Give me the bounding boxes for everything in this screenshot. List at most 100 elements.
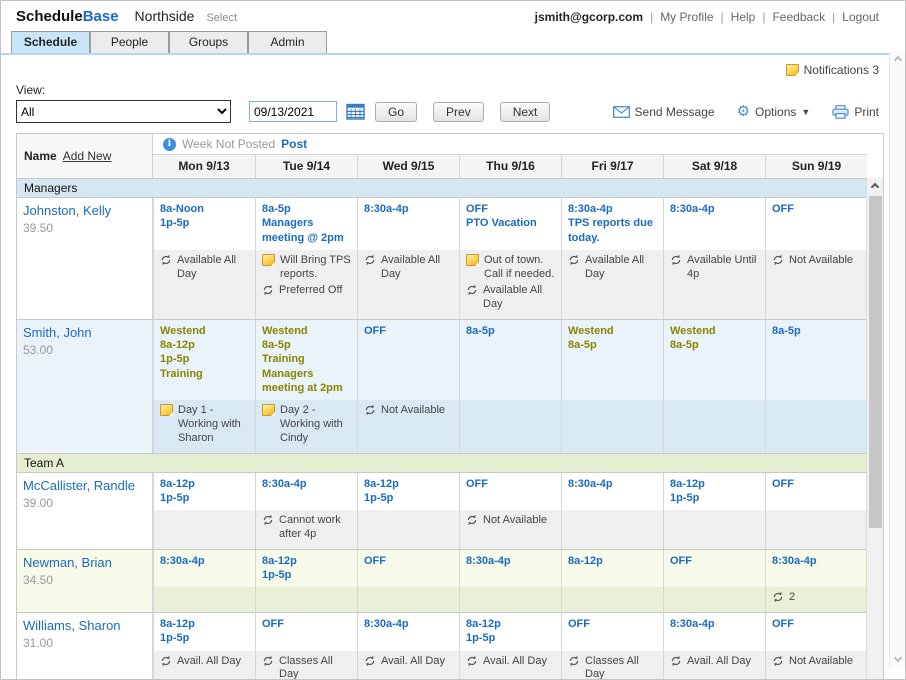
view-select[interactable]: All [16,100,231,123]
scroll-up-button[interactable] [867,178,884,195]
select-location-link[interactable]: Select [206,12,237,24]
shift-cell[interactable]: Westend8a-5p [561,320,663,400]
shift-cell[interactable]: Westend8a-5p [663,320,765,400]
note-cell[interactable]: Not Available [459,510,561,549]
shift-cell[interactable]: 8:30a-4p [765,550,867,588]
shift-cell[interactable]: OFF [459,473,561,511]
note-cell[interactable] [357,587,459,612]
add-new-link[interactable]: Add New [63,149,112,163]
shift-cell[interactable]: 8:30a-4p [357,198,459,250]
table-scrollbar[interactable] [866,178,883,680]
note-cell[interactable] [663,400,765,452]
send-message-button[interactable]: Send Message [613,105,715,119]
person-name-link[interactable]: Johnston, Kelly [23,203,146,218]
shift-cell[interactable]: OFF [663,550,765,588]
person-name-link[interactable]: Smith, John [23,325,146,340]
shift-cell[interactable]: 8a-12p1p-5p [357,473,459,511]
note-cell[interactable]: Cannot work after 4p [255,510,357,549]
shift-cell[interactable]: 8:30a-4p [153,550,255,588]
shift-cell[interactable]: 8:30a-4p [255,473,357,511]
note-cell[interactable] [663,510,765,549]
print-button[interactable]: Print [832,105,879,119]
note-cell[interactable] [663,587,765,612]
calendar-icon[interactable] [346,103,365,120]
shift-cell[interactable]: 8a-12p1p-5p [255,550,357,588]
my-profile-link[interactable]: My Profile [660,10,713,24]
shift-cell[interactable]: 8:30a-4p [561,473,663,511]
note-cell[interactable] [561,587,663,612]
note-cell[interactable] [255,587,357,612]
note-cell[interactable]: Available All Day [357,250,459,319]
shift-cell[interactable]: 8:30a-4p [357,613,459,651]
feedback-link[interactable]: Feedback [772,10,825,24]
shift-cell[interactable]: 8a-5p [459,320,561,400]
date-input[interactable] [249,101,337,122]
scrollbar-thumb[interactable] [869,196,882,528]
note-cell[interactable] [561,510,663,549]
shift-cell[interactable]: OFF [765,613,867,651]
note-cell[interactable]: Avail. All Day [459,651,561,680]
shift-cell[interactable]: 8a-Noon1p-5p [153,198,255,250]
note-cell[interactable] [561,400,663,452]
notifications-link[interactable]: Notifications 3 [804,63,879,77]
note-cell[interactable]: Avail. All Day [153,651,255,680]
note-cell[interactable]: Will Bring TPS reports.Preferred Off [255,250,357,319]
tab-schedule[interactable]: Schedule [11,31,90,53]
note-cell[interactable]: Classes All Day [255,651,357,680]
tab-admin[interactable]: Admin [248,31,327,53]
note-cell[interactable]: Classes All Day [561,651,663,680]
person-name-link[interactable]: Williams, Sharon [23,618,146,633]
shift-cell[interactable]: 8a-12p1p-5p [153,473,255,511]
note-cell[interactable]: Day 1 - Working with Sharon [153,400,255,452]
shift-cell[interactable]: OFF [765,473,867,511]
shift-cell[interactable]: 8a-12p1p-5p [459,613,561,651]
help-link[interactable]: Help [731,10,756,24]
shift-cell[interactable]: 8:30a-4p [663,198,765,250]
shift-cell[interactable]: 8a-5pManagers meeting @ 2pm [255,198,357,250]
note-cell[interactable]: Not Available [357,400,459,452]
options-button[interactable]: ⚙ Options ▼ [737,104,811,119]
note-cell[interactable]: Avail. All Day [357,651,459,680]
note-cell[interactable] [153,587,255,612]
shift-cell[interactable]: OFFPTO Vacation [459,198,561,250]
note-cell[interactable]: Out of town. Call if needed.Available Al… [459,250,561,319]
page-scrollbar[interactable] [889,51,905,667]
note-cell[interactable] [459,587,561,612]
note-cell[interactable]: Available Until 4p [663,250,765,319]
shift-cell[interactable]: 8a-12p1p-5p [153,613,255,651]
shift-cell[interactable]: OFF [255,613,357,651]
note-cell[interactable]: 2 [765,587,867,612]
shift-cell[interactable]: 8a-5p [765,320,867,400]
shift-cell[interactable]: OFF [357,550,459,588]
shift-cell[interactable]: 8a-12p1p-5p [663,473,765,511]
note-cell[interactable] [153,510,255,549]
note-cell[interactable]: Available All Day [561,250,663,319]
shift-cell[interactable]: OFF [357,320,459,400]
next-button[interactable]: Next [500,102,551,122]
shift-cell[interactable]: 8a-12p [561,550,663,588]
note-cell[interactable]: Not Available [765,250,867,319]
page-scroll-up-icon[interactable] [893,56,901,64]
note-cell[interactable] [459,400,561,452]
note-cell[interactable]: Available All Day [153,250,255,319]
shift-cell[interactable]: OFF [561,613,663,651]
person-name-link[interactable]: Newman, Brian [23,555,146,570]
shift-cell[interactable]: 8:30a-4p [459,550,561,588]
tab-groups[interactable]: Groups [169,31,248,53]
prev-button[interactable]: Prev [433,102,484,122]
note-cell[interactable]: Not Available [765,651,867,680]
shift-cell[interactable]: 8:30a-4p [663,613,765,651]
go-button[interactable]: Go [375,102,417,122]
page-scroll-down-icon[interactable] [893,654,901,662]
tab-people[interactable]: People [90,31,169,53]
shift-cell[interactable]: OFF [765,198,867,250]
shift-cell[interactable]: Westend8a-5pTrainingManagers meeting at … [255,320,357,400]
note-cell[interactable] [765,400,867,452]
person-name-link[interactable]: McCallister, Randle [23,478,146,493]
note-cell[interactable] [765,510,867,549]
note-cell[interactable]: Day 2 - Working with Cindy [255,400,357,452]
note-cell[interactable] [357,510,459,549]
note-cell[interactable]: Avail. All Day [663,651,765,680]
logout-link[interactable]: Logout [842,10,879,24]
shift-cell[interactable]: 8:30a-4pTPS reports due today. [561,198,663,250]
